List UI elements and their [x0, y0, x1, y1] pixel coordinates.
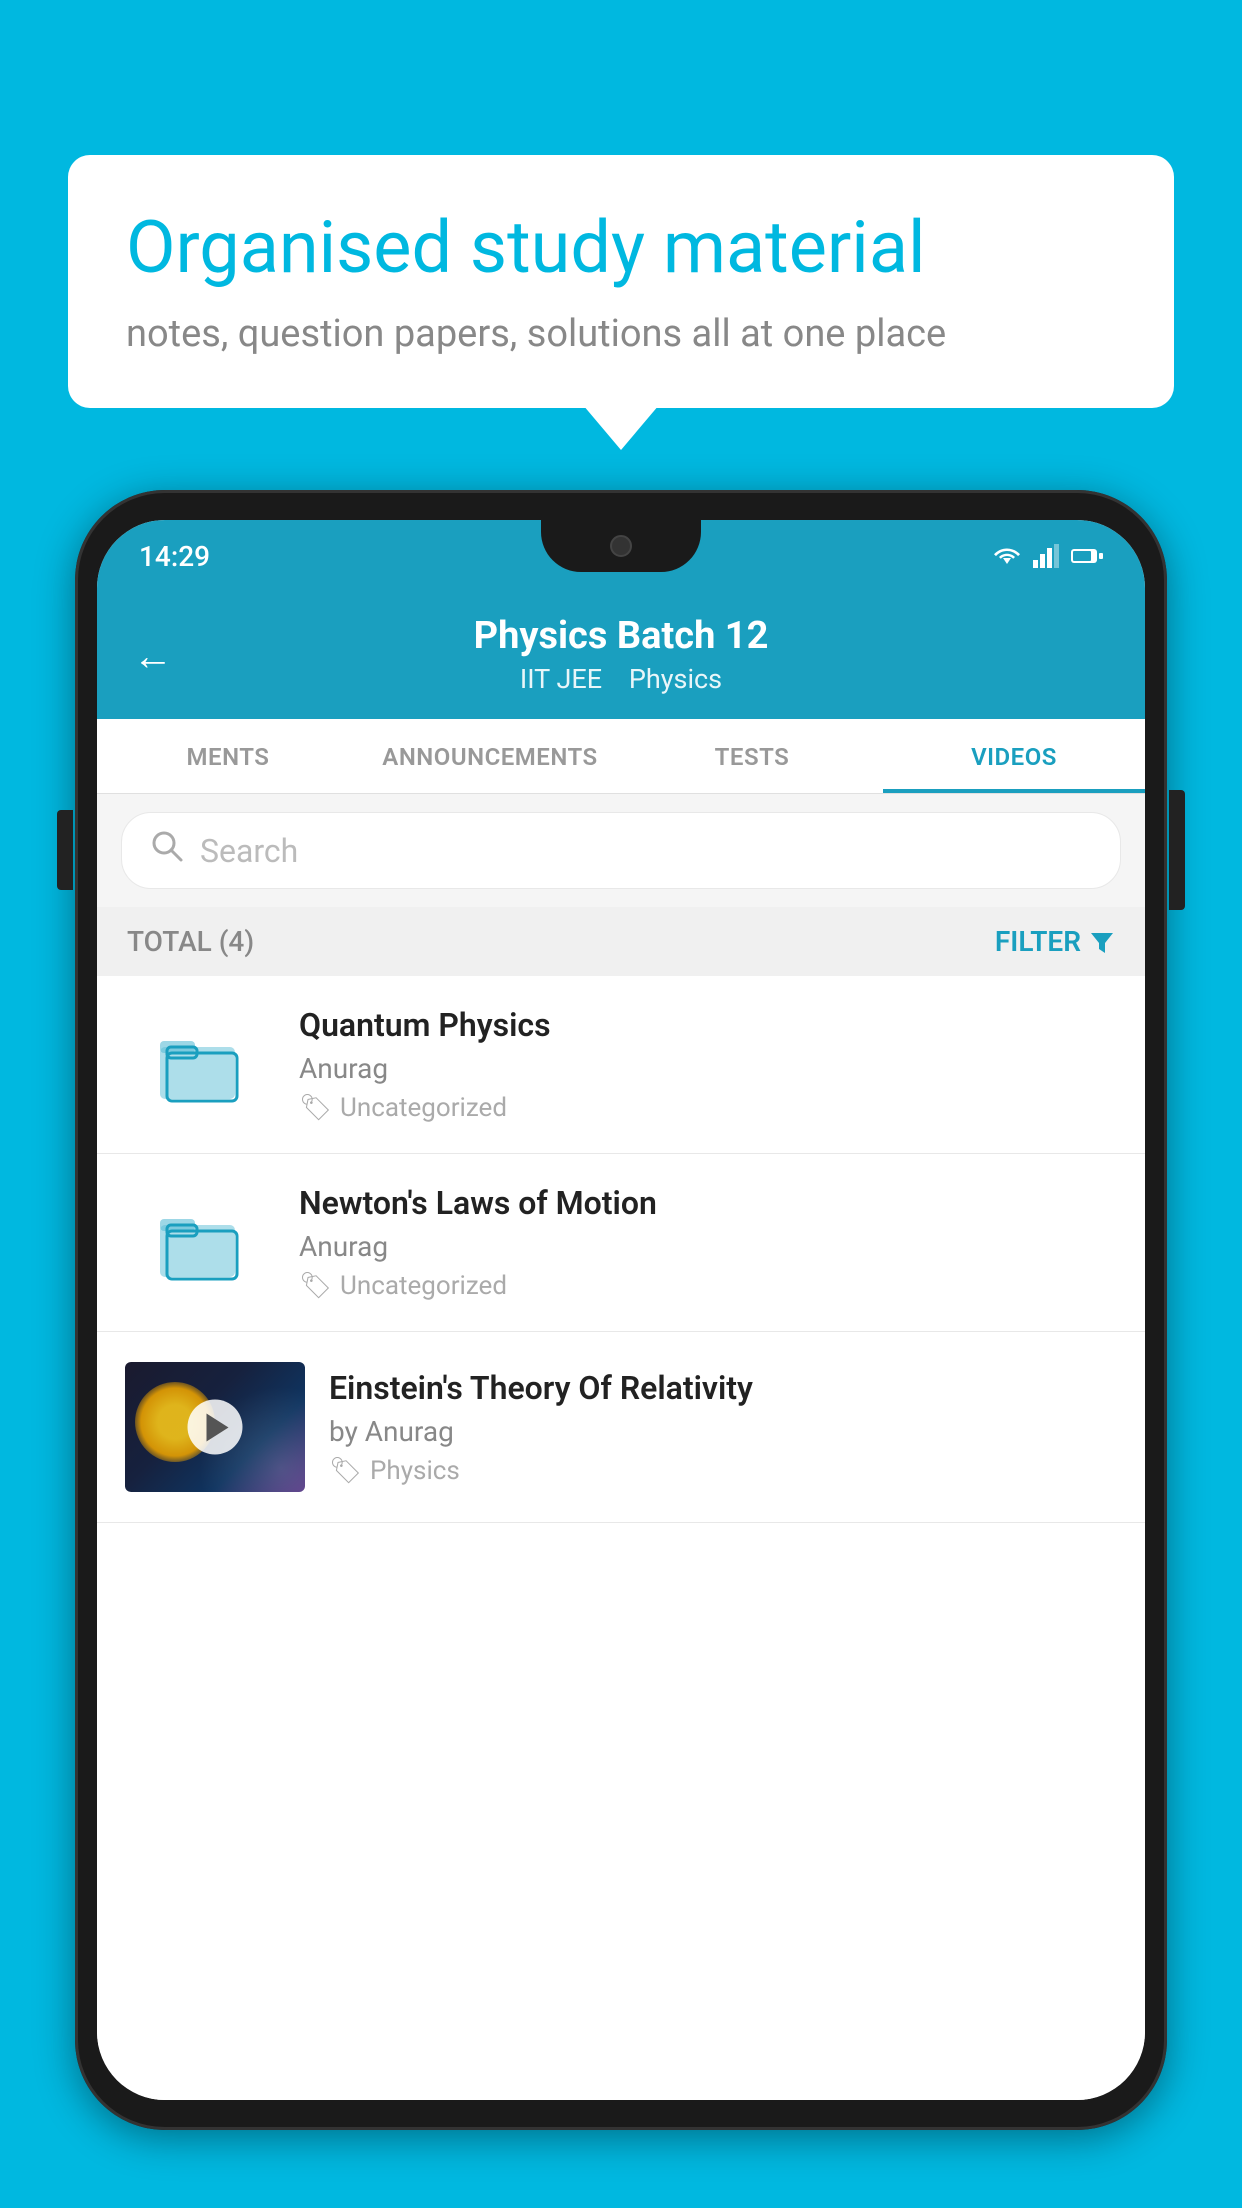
back-button[interactable]: ← [133, 632, 173, 679]
list-item[interactable]: Einstein's Theory Of Relativity by Anura… [97, 1332, 1145, 1523]
tag-icon: 🏷 [299, 1093, 332, 1123]
filter-row: TOTAL (4) FILTER [97, 907, 1145, 976]
page-title: Physics Batch 12 [474, 614, 769, 658]
status-icons [991, 544, 1103, 568]
tab-ments[interactable]: MENTS [97, 719, 359, 793]
wifi-icon [991, 544, 1023, 568]
battery-icon [1071, 547, 1103, 565]
video-info: Einstein's Theory Of Relativity by Anura… [329, 1369, 1117, 1486]
tab-announcements[interactable]: ANNOUNCEMENTS [359, 719, 621, 793]
video-tag: 🏷 Physics [329, 1456, 1117, 1486]
notch [541, 520, 701, 572]
video-author: Anurag [299, 1230, 1117, 1263]
phone-outer: 14:29 [75, 490, 1167, 2130]
filter-button[interactable]: FILTER [995, 925, 1115, 958]
speech-bubble-container: Organised study material notes, question… [68, 155, 1174, 408]
tag-icon: 🏷 [299, 1271, 332, 1301]
list-item[interactable]: Quantum Physics Anurag 🏷 Uncategorized [97, 976, 1145, 1154]
video-title: Quantum Physics [299, 1006, 1117, 1044]
search-container: Search [97, 794, 1145, 907]
video-list: Quantum Physics Anurag 🏷 Uncategorized [97, 976, 1145, 2100]
total-count: TOTAL (4) [127, 925, 254, 958]
video-info: Newton's Laws of Motion Anurag 🏷 Uncateg… [299, 1184, 1117, 1301]
app-header: ← Physics Batch 12 IIT JEE Physics [97, 592, 1145, 719]
tab-videos[interactable]: VIDEOS [883, 719, 1145, 793]
subtitle-physics: Physics [629, 663, 722, 695]
filter-icon [1089, 929, 1115, 955]
search-input[interactable]: Search [200, 832, 298, 870]
phone-screen: 14:29 [97, 520, 1145, 2100]
speech-bubble-subtitle: notes, question papers, solutions all at… [126, 312, 1116, 356]
folder-icon-quantum [125, 1010, 275, 1120]
video-title: Einstein's Theory Of Relativity [329, 1369, 1117, 1407]
list-item[interactable]: Newton's Laws of Motion Anurag 🏷 Uncateg… [97, 1154, 1145, 1332]
video-thumbnail-einstein [125, 1362, 305, 1492]
video-title: Newton's Laws of Motion [299, 1184, 1117, 1222]
video-author: Anurag [299, 1052, 1117, 1085]
speech-bubble-title: Organised study material [126, 207, 1116, 290]
video-author: by Anurag [329, 1415, 1117, 1448]
play-button[interactable] [188, 1400, 243, 1455]
tabs-bar: MENTS ANNOUNCEMENTS TESTS VIDEOS [97, 719, 1145, 794]
camera-icon [610, 535, 632, 557]
status-bar: 14:29 [97, 520, 1145, 592]
phone-wrapper: 14:29 [75, 490, 1167, 2208]
play-triangle-icon [207, 1413, 229, 1441]
video-tag: 🏷 Uncategorized [299, 1271, 1117, 1301]
search-icon [150, 829, 184, 872]
tab-tests[interactable]: TESTS [621, 719, 883, 793]
folder-icon-newton [125, 1188, 275, 1298]
subtitle-iitjee: IIT JEE [520, 663, 602, 695]
search-bar[interactable]: Search [121, 812, 1121, 889]
tag-icon: 🏷 [329, 1456, 362, 1486]
video-tag: 🏷 Uncategorized [299, 1093, 1117, 1123]
signal-icon [1033, 544, 1061, 568]
video-info: Quantum Physics Anurag 🏷 Uncategorized [299, 1006, 1117, 1123]
header-subtitle: IIT JEE Physics [520, 663, 722, 695]
status-time: 14:29 [139, 540, 210, 573]
speech-bubble: Organised study material notes, question… [68, 155, 1174, 408]
